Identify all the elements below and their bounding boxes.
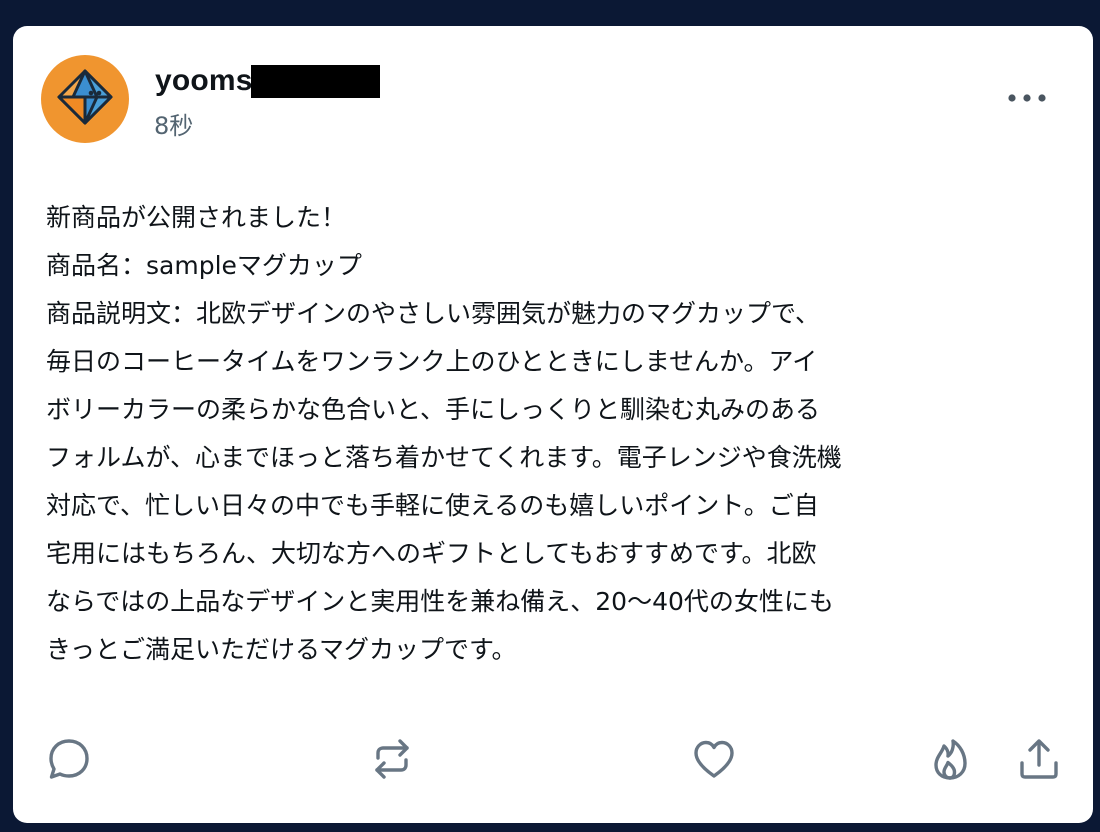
post-text: 新商品が公開されました！ 商品名：sampleマグカップ 商品説明文：北欧デザイ… (46, 194, 1071, 674)
share-icon (1016, 736, 1062, 786)
post-card: yooms 8秒 新商品が公開されました！ 商品名：sampleマグカップ 商品… (13, 26, 1093, 823)
action-bar (13, 731, 1093, 791)
more-options-button[interactable] (1005, 84, 1049, 110)
repost-button[interactable] (368, 737, 416, 785)
redaction-bar (250, 64, 380, 98)
repost-icon (369, 736, 415, 786)
heart-icon (691, 736, 737, 786)
flame-icon (927, 736, 973, 786)
comment-icon (46, 736, 92, 786)
more-horizontal-icon (1007, 88, 1047, 107)
post-line: 宅用にはもちろん、大切な方へのギフトとしてもおすすめです。北欧 (46, 539, 817, 568)
diamond-logo-icon (53, 65, 117, 133)
post-line: 商品名：sampleマグカップ (46, 251, 362, 280)
reply-button[interactable] (45, 737, 93, 785)
post-line: ボリーカラーの柔らかな色合いと、手にしっくりと馴染む丸みのある (46, 395, 821, 424)
post-line: フォルムが、心までほっと落ち着かせてくれます。電子レンジや食洗機 (46, 443, 842, 472)
like-button[interactable] (690, 737, 738, 785)
timestamp[interactable]: 8秒 (154, 106, 193, 141)
post-line: ならではの上品なデザインと実用性を兼ね備え、20〜40代の女性にも (46, 587, 834, 616)
share-button[interactable] (1015, 737, 1063, 785)
post-line: 対応で、忙しい日々の中でも手軽に使えるのも嬉しいポイント。ご自 (46, 491, 819, 520)
boost-button[interactable] (926, 737, 974, 785)
post-line: 商品説明文：北欧デザインのやさしい雰囲気が魅力のマグカップで、 (46, 299, 821, 328)
post-line: 毎日のコーヒータイムをワンランク上のひとときにしませんか。アイ (46, 347, 818, 376)
avatar[interactable] (41, 55, 129, 143)
username[interactable]: yooms (155, 64, 253, 98)
post-line: 新商品が公開されました！ (46, 203, 347, 232)
username-row[interactable]: yooms (155, 62, 380, 100)
post-line: きっとご満足いただけるマグカップです。 (46, 635, 517, 664)
